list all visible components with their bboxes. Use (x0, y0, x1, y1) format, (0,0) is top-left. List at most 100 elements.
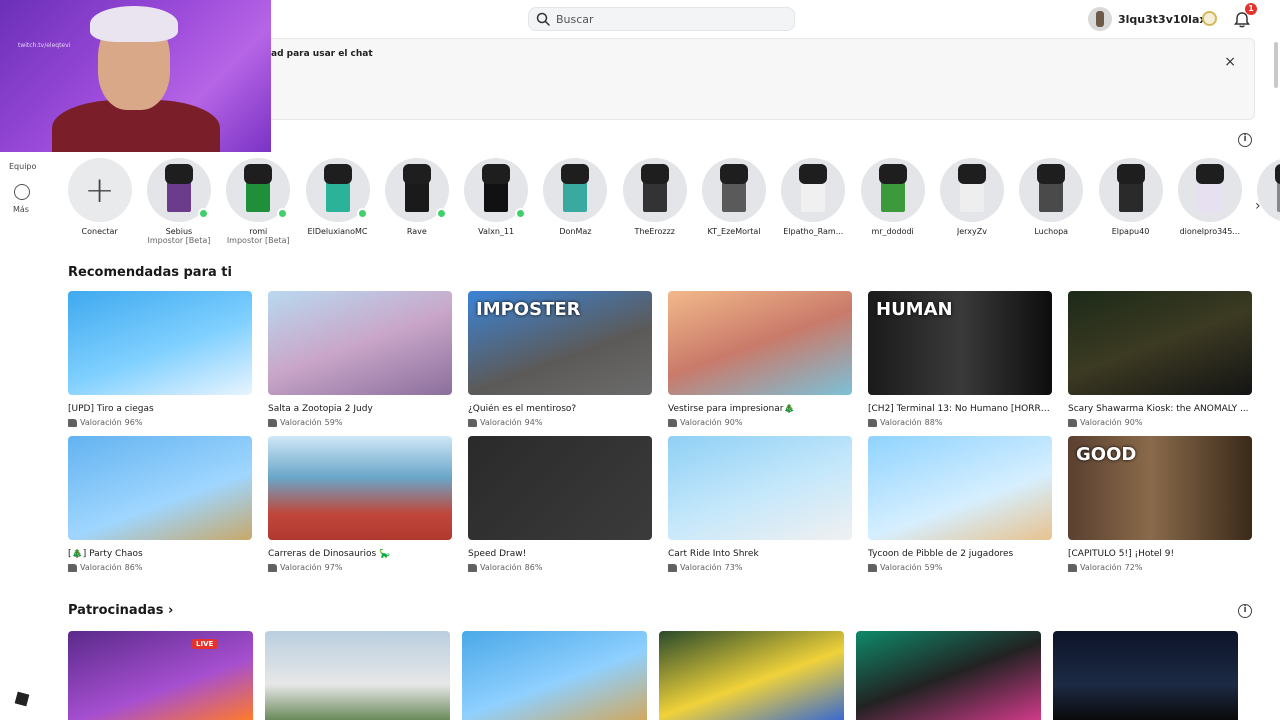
rating-value: 86% (524, 563, 543, 572)
game-card[interactable]: Cart Ride Into Shrek Valoración 73% (668, 436, 852, 572)
game-title[interactable]: Salta a Zootopia 2 Judy (268, 404, 452, 414)
game-title[interactable]: Carreras de Dinosaurios 🦕 (268, 549, 452, 559)
search-box[interactable] (528, 7, 795, 31)
friend-avatar[interactable] (781, 158, 846, 222)
friend-item[interactable]: TheErozzz (615, 158, 694, 253)
game-title[interactable]: [UPD] Tiro a ciegas (68, 404, 252, 414)
friend-avatar[interactable] (622, 158, 687, 222)
game-thumbnail[interactable]: HUMAN (868, 291, 1052, 395)
connect-friend[interactable]: + Conectar (60, 158, 139, 253)
game-title[interactable]: Speed Draw! (468, 549, 652, 559)
friend-avatar[interactable] (146, 158, 211, 222)
online-indicator (277, 208, 289, 219)
friend-item[interactable]: Elpapu40 (1091, 158, 1170, 253)
rating-value: 90% (724, 418, 743, 427)
thumbs-up-icon (868, 563, 877, 572)
friend-avatar[interactable] (939, 158, 1004, 222)
friend-item[interactable]: Rave (377, 158, 456, 253)
friend-item[interactable]: romi Impostor [Beta] (219, 158, 298, 253)
game-title[interactable]: [CH2] Terminal 13: No Humano [HORRO... (868, 404, 1052, 414)
thumbnail-caption: GOOD (1076, 444, 1137, 465)
friends-info-icon[interactable]: i (1238, 133, 1252, 147)
recommended-title: Recomendadas para ti (68, 265, 232, 280)
friend-item[interactable]: Luchopa (1012, 158, 1091, 253)
friend-avatar[interactable] (860, 158, 925, 222)
friend-avatar[interactable] (226, 158, 291, 222)
game-thumbnail[interactable] (268, 436, 452, 540)
game-card[interactable]: Speed Draw! Valoración 86% (468, 436, 652, 572)
game-title[interactable]: Cart Ride Into Shrek (668, 549, 852, 559)
game-thumbnail[interactable] (68, 436, 252, 540)
avatar-head (720, 164, 749, 184)
sponsored-row: LIVE (68, 631, 1280, 720)
user-menu[interactable]: 3lqu3t3v10lax (1088, 6, 1206, 32)
chevron-right-icon[interactable]: › (1255, 198, 1261, 214)
friend-item[interactable]: JerxyZv (932, 158, 1011, 253)
sponsored-info-icon[interactable]: i (1238, 604, 1252, 618)
game-thumbnail[interactable] (868, 436, 1052, 540)
sponsored-card[interactable] (265, 631, 450, 720)
game-card[interactable]: GOOD [CAPÍTULO 5!] ¡Hotel 9! Valoración 72% (1068, 436, 1252, 572)
friend-item[interactable]: KT_EzeMortal (694, 158, 773, 253)
friend-item[interactable]: Elpatho_Ram... (774, 158, 853, 253)
game-card[interactable]: Scary Shawarma Kiosk: the ANOMALY ... Val… (1068, 291, 1252, 427)
sponsored-title[interactable]: Patrocinadas › (68, 603, 173, 618)
friend-item[interactable]: DonMaz (536, 158, 615, 253)
game-card[interactable]: Vestirse para impresionar🎄 Valoración 90% (668, 291, 852, 427)
sponsored-card[interactable] (1053, 631, 1238, 720)
game-card[interactable]: [🎄] Party Chaos Valoración 86% (68, 436, 252, 572)
friend-avatar[interactable] (464, 158, 529, 222)
game-thumbnail[interactable]: GOOD (1068, 436, 1252, 540)
friend-avatar[interactable] (1019, 158, 1084, 222)
thumbs-up-icon (1068, 418, 1077, 427)
user-avatar[interactable] (1088, 7, 1112, 31)
sponsored-card[interactable] (462, 631, 647, 720)
friend-item[interactable]: dionelpro345... (1170, 158, 1249, 253)
friend-item[interactable]: mr_dododi (853, 158, 932, 253)
scrollbar[interactable] (1274, 42, 1278, 88)
friend-avatar[interactable] (543, 158, 608, 222)
game-card[interactable]: Tycoon de Pibble de 2 jugadores Valoració… (868, 436, 1052, 572)
game-thumbnail[interactable] (668, 291, 852, 395)
game-title[interactable]: [🎄] Party Chaos (68, 549, 252, 559)
more-icon[interactable] (14, 184, 30, 200)
sponsored-card[interactable] (856, 631, 1041, 720)
friend-avatar[interactable] (702, 158, 767, 222)
roblox-logo-icon[interactable] (14, 691, 30, 707)
friend-avatar[interactable] (384, 158, 449, 222)
avatar-head (878, 164, 907, 184)
game-title[interactable]: Tycoon de Pibble de 2 jugadores (868, 549, 1052, 559)
game-card[interactable]: HUMAN [CH2] Terminal 13: No Humano [HORRO… (868, 291, 1052, 427)
game-title[interactable]: Scary Shawarma Kiosk: the ANOMALY ... (1068, 404, 1252, 414)
close-icon[interactable]: × (1224, 54, 1236, 70)
game-thumbnail[interactable] (668, 436, 852, 540)
friend-avatar[interactable] (1177, 158, 1242, 222)
search-input[interactable] (556, 12, 776, 26)
robux-icon[interactable] (1202, 11, 1217, 26)
rail-label-team[interactable]: Equipo (9, 162, 36, 171)
friend-avatar[interactable] (305, 158, 370, 222)
game-thumbnail[interactable] (1068, 291, 1252, 395)
game-thumbnail[interactable] (68, 291, 252, 395)
game-card[interactable]: [UPD] Tiro a ciegas Valoración 96% (68, 291, 252, 427)
friend-status: Impostor [Beta] (147, 236, 211, 245)
connect-label: Conectar (81, 227, 118, 236)
plus-icon[interactable]: + (67, 158, 132, 222)
game-title[interactable]: ¿Quién es el mentiroso? (468, 404, 652, 414)
friend-item[interactable]: Sebius Impostor [Beta] (139, 158, 218, 253)
game-card[interactable]: Carreras de Dinosaurios 🦕 Valoración 97% (268, 436, 452, 572)
rail-label-more[interactable]: Más (13, 205, 29, 214)
game-thumbnail[interactable] (268, 291, 452, 395)
game-thumbnail[interactable] (468, 436, 652, 540)
game-title[interactable]: Vestirse para impresionar🎄 (668, 404, 852, 414)
game-card[interactable]: IMPOSTER ¿Quién es el mentiroso? Valoració… (468, 291, 652, 427)
game-thumbnail[interactable]: IMPOSTER (468, 291, 652, 395)
game-card[interactable]: Salta a Zootopia 2 Judy Valoración 59% (268, 291, 452, 427)
sponsored-card[interactable]: LIVE (68, 631, 253, 720)
friend-item[interactable]: Valxn_11 (456, 158, 535, 253)
game-title[interactable]: [CAPÍTULO 5!] ¡Hotel 9! (1068, 549, 1252, 559)
friend-item[interactable]: ElDeluxianoMC (298, 158, 377, 253)
sponsored-card[interactable] (659, 631, 844, 720)
game-rating: Valoración 73% (668, 563, 852, 572)
friend-avatar[interactable] (1098, 158, 1163, 222)
